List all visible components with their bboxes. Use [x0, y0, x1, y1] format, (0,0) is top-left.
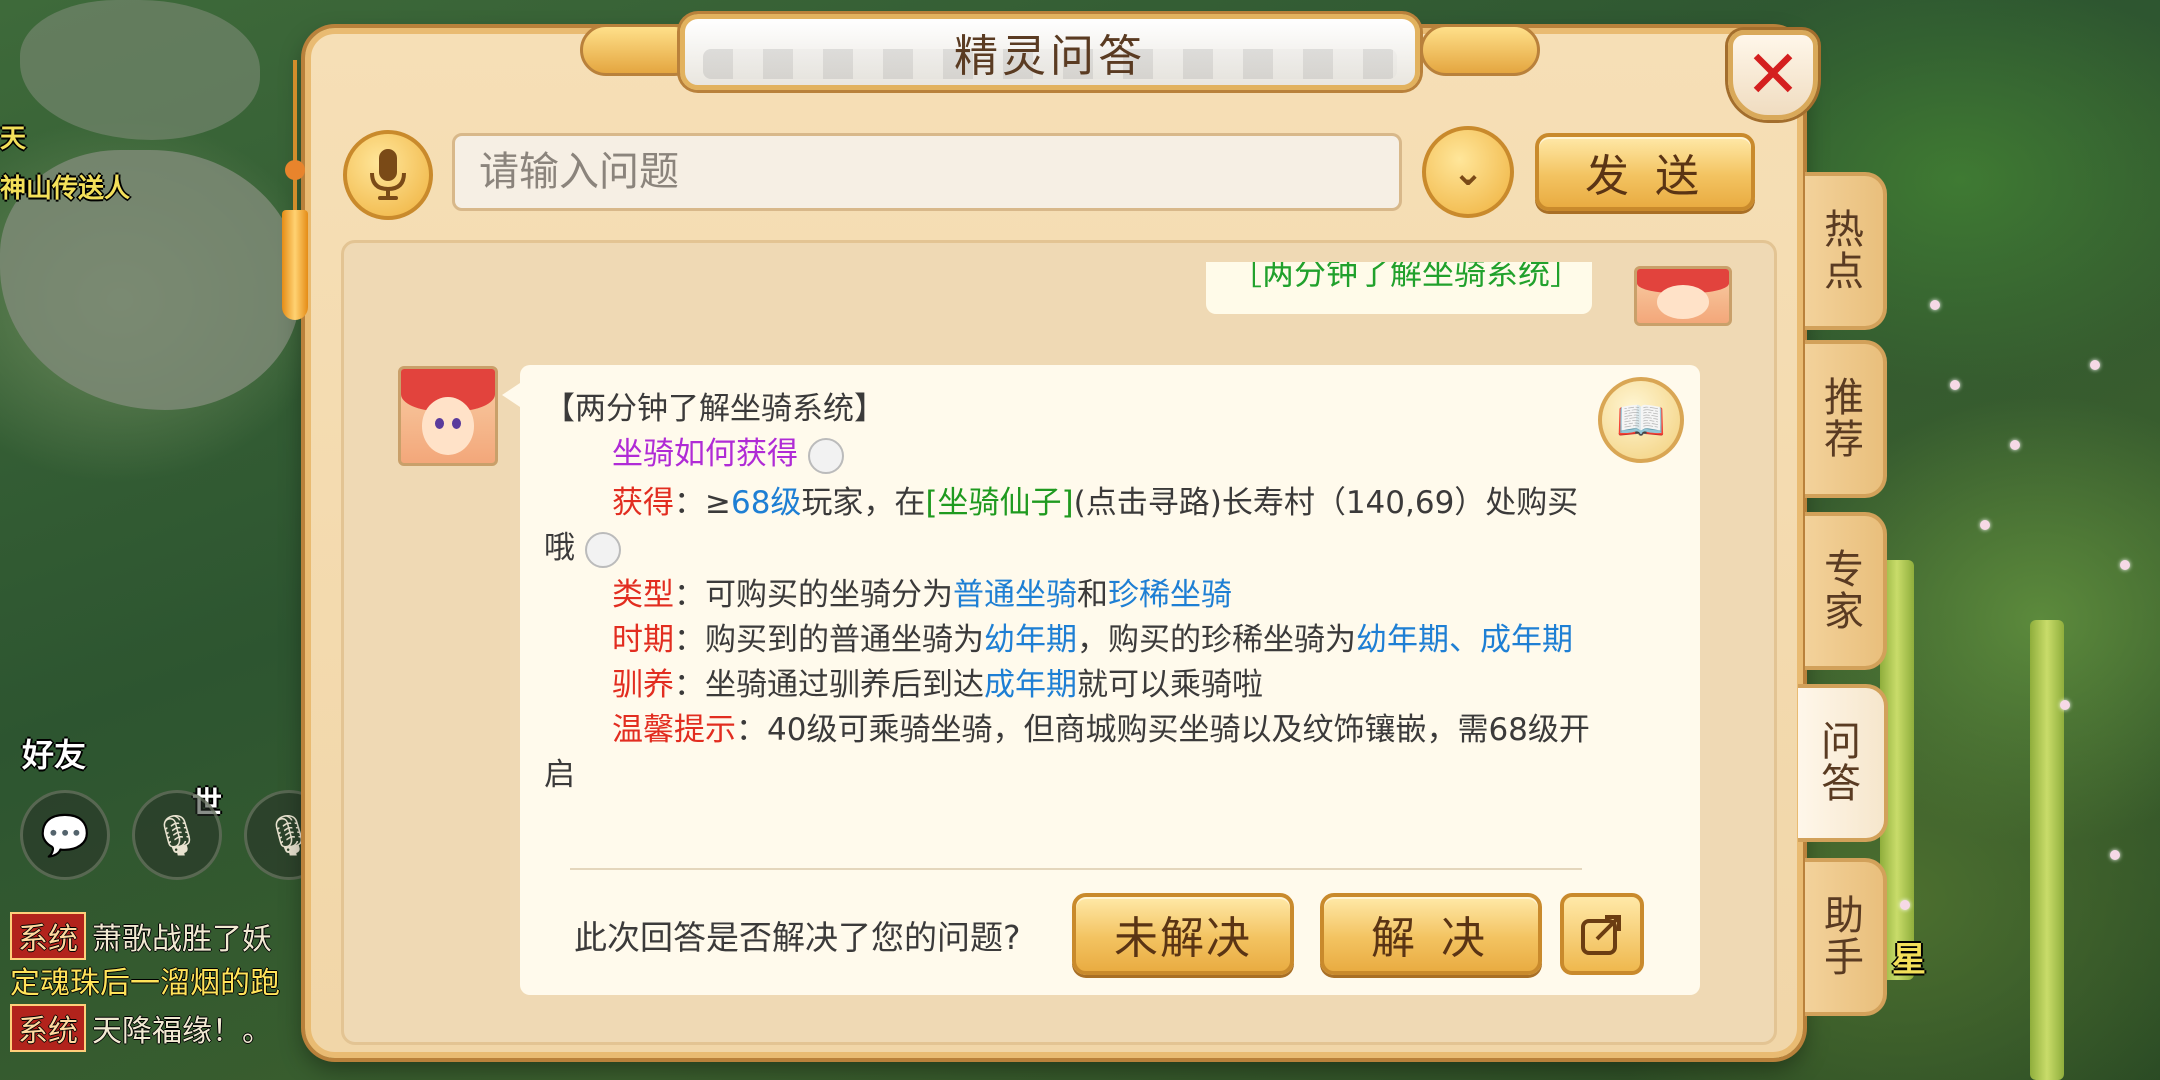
answer-text-span: ：≥ [674, 485, 731, 521]
scene-label: 星 [1892, 940, 1926, 980]
highlight-young-adult: 幼年期、成年期 [1356, 622, 1573, 658]
blossom [1950, 380, 1960, 390]
tab-label: 专 家 [1824, 547, 1864, 635]
chat-log-line: 系统 天降福缘！。 [10, 1004, 272, 1052]
answer-text-span: 启 [544, 757, 575, 793]
answer-text-span: 哦 [544, 530, 575, 566]
share-icon [1581, 915, 1621, 955]
answer-subtitle: 坐骑如何获得 [612, 436, 798, 472]
blossom [2010, 440, 2020, 450]
assistant-avatar [398, 366, 498, 466]
answer-text-span: 就可以乘骑啦 [1077, 667, 1263, 703]
chat-log-line: 系统 萧歌战胜了妖 [10, 912, 272, 960]
tab-label: 推 荐 [1824, 375, 1864, 463]
blossom [1980, 520, 1990, 530]
blossom [1900, 900, 1910, 910]
answer-text-span: ：可购买的坐骑分为 [674, 577, 953, 613]
chat-channel-tag: 系统 [10, 1004, 86, 1052]
npc-name-label: 天 [0, 124, 27, 154]
answer-text-span: ：40级可乘骑坐骑，但商城购买坐骑以及纹饰镶嵌，需68级开 [736, 712, 1590, 748]
close-button[interactable]: ✕ [1728, 30, 1818, 120]
highlight-young: 幼年期 [984, 622, 1077, 658]
user-avatar [1634, 266, 1732, 326]
guide-book-button[interactable]: 📖 [1598, 377, 1684, 463]
highlight-normal-mount: 普通坐骑 [953, 577, 1077, 613]
answer-text-span: 和 [1077, 577, 1108, 613]
level-highlight: 68级 [730, 485, 802, 521]
voice-input-button[interactable] [343, 130, 433, 220]
unsolved-button[interactable]: 未解决 [1072, 893, 1294, 975]
tab-label: 问 答 [1821, 719, 1861, 807]
npc-name-label[interactable]: 神山传送人 [0, 168, 130, 205]
book-icon: 📖 [1616, 397, 1666, 444]
label-period: 时期 [612, 622, 674, 658]
answer-text-span: ：坐骑通过驯养后到达 [674, 667, 984, 703]
user-message-bubble: ［两分钟了解坐骑系统］ [1206, 262, 1592, 314]
chat-line-text: 定魂珠后一溜烟的跑 [10, 966, 280, 1001]
tassel-ornament [282, 60, 308, 330]
share-button[interactable] [1560, 893, 1644, 975]
tab-label: 助 手 [1824, 893, 1864, 981]
tab-label: 热 点 [1824, 207, 1864, 295]
tab-expert[interactable]: 专 家 [1805, 512, 1887, 670]
mic-icon [370, 149, 406, 200]
blossom [2060, 700, 2070, 710]
chat-button[interactable]: 💬 [20, 790, 110, 880]
mascot-emoji-icon [807, 437, 844, 474]
dialog-title: 精灵问答 [954, 31, 1146, 82]
mic-icon: 🎙 [151, 812, 203, 859]
answer-text-span: ，购买的珍稀坐骑为 [1077, 622, 1356, 658]
answer-title: 【两分钟了解坐骑系统】 [544, 391, 885, 427]
chevron-down-icon: ⌄ [1452, 150, 1484, 194]
voice-world-button[interactable]: 🎙 [132, 790, 222, 880]
answer-text-span: (点击寻路)长寿村（140,69）处购买 [1073, 485, 1579, 521]
label-tip: 温馨提示 [612, 712, 736, 748]
tab-assistant[interactable]: 助 手 [1805, 858, 1887, 1016]
title-plaque: 精灵问答 [680, 14, 1420, 90]
bamboo-scenery [2030, 620, 2064, 1080]
answer-text-span: 玩家，在 [801, 485, 926, 521]
answer-text-span: ：购买到的普通坐骑为 [674, 622, 984, 658]
chat-line-text: 萧歌战胜了妖 [92, 922, 272, 957]
blossom [2120, 560, 2130, 570]
send-button[interactable]: 发 送 [1535, 133, 1755, 211]
highlight-rare-mount: 珍稀坐骑 [1108, 577, 1232, 613]
label-obtain: 获得 [612, 485, 674, 521]
question-input[interactable] [452, 133, 1402, 211]
label-train: 驯养 [612, 667, 674, 703]
chat-channel-tag: 系统 [10, 912, 86, 960]
blossom [2090, 360, 2100, 370]
user-message-text: ［两分钟了解坐骑系统］ [1230, 262, 1583, 292]
divider [570, 868, 1582, 870]
tab-qa[interactable]: 问 答 [1798, 684, 1888, 842]
title-ornament [1420, 24, 1540, 76]
blossom [1930, 300, 1940, 310]
blossom [2110, 850, 2120, 860]
solved-button[interactable]: 解 决 [1320, 893, 1542, 975]
npc-link[interactable]: [坐骑仙子] [925, 485, 1073, 521]
close-icon: ✕ [1745, 36, 1801, 113]
chat-log-line: 定魂珠后一溜烟的跑 [10, 958, 280, 1002]
tab-hot[interactable]: 热 点 [1805, 172, 1887, 330]
tab-recommend[interactable]: 推 荐 [1805, 340, 1887, 498]
label-type: 类型 [612, 577, 674, 613]
friends-label[interactable]: 好友 [22, 730, 86, 776]
history-dropdown-button[interactable]: ⌄ [1422, 126, 1514, 218]
rock-scenery [20, 0, 260, 140]
highlight-adult: 成年期 [984, 667, 1077, 703]
chat-icon: 💬 [40, 812, 90, 859]
feedback-question: 此次回答是否解决了您的问题? [574, 918, 1021, 957]
rose-emoji-icon [584, 531, 621, 568]
chat-line-text: 天降福缘！。 [92, 1014, 272, 1049]
